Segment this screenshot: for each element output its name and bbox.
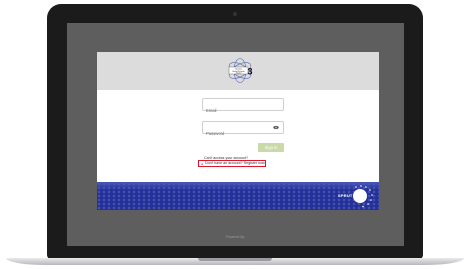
- logo-line-2: Bethel Schools: [233, 70, 245, 73]
- show-password-icon[interactable]: [273, 125, 279, 130]
- email-input[interactable]: [203, 105, 272, 116]
- logo-number: 3: [247, 67, 252, 77]
- brand-logo: SPRUT: [338, 184, 378, 208]
- login-page: Clarion Bethel Schools Sangeet 3 Sign in…: [97, 52, 379, 210]
- school-logo: Clarion Bethel Schools Sangeet 3: [225, 55, 255, 86]
- register-highlight-box: ► Don't have an account? Register now.: [198, 160, 266, 167]
- powered-by-text: Powered By: [225, 235, 245, 239]
- brand-circle: [353, 189, 367, 203]
- laptop-notch: [198, 258, 272, 261]
- highlight-arrow-icon: ►: [201, 161, 204, 166]
- signin-button[interactable]: Sign in: [258, 143, 284, 152]
- password-input[interactable]: [203, 128, 272, 139]
- register-link[interactable]: Don't have an account? Register now.: [205, 161, 265, 166]
- email-field[interactable]: [202, 98, 284, 116]
- signin-row: Sign in: [202, 143, 284, 153]
- webcam: [233, 12, 237, 16]
- footer-band: [97, 182, 379, 210]
- account-links: Can't access your account? ► Don't have …: [197, 156, 267, 167]
- password-field[interactable]: [202, 121, 284, 139]
- brand-text: SPRUT: [338, 193, 353, 198]
- login-form: Sign in: [202, 98, 284, 153]
